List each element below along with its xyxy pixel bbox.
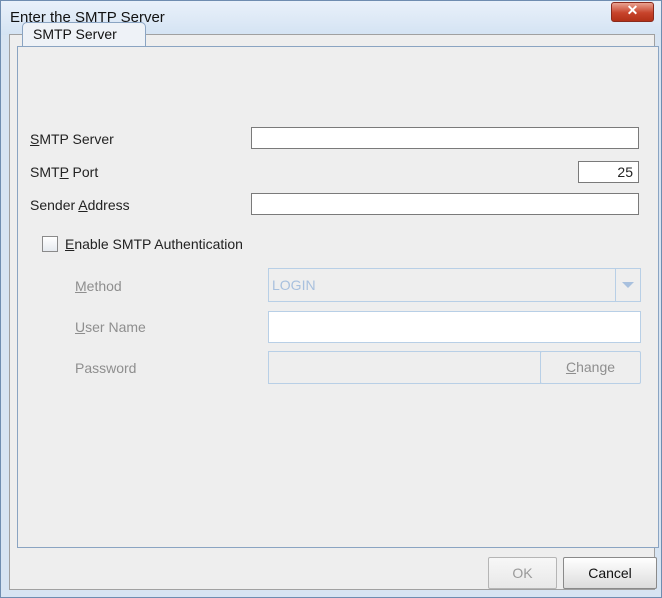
enable-auth-checkbox[interactable] [42,236,58,252]
ok-button[interactable]: OK [488,557,557,589]
password-field [268,351,541,384]
tab-smtp-server[interactable]: SMTP Server [22,22,146,46]
enable-auth-label[interactable]: Enable SMTP Authentication [65,236,243,252]
chevron-down-icon[interactable] [615,269,640,301]
close-button[interactable]: ✕ [611,2,654,22]
method-select[interactable]: LOGIN [268,268,641,302]
smtp-port-input[interactable]: 25 [578,161,639,183]
user-name-label: User Name [75,319,146,335]
sender-address-input[interactable] [251,193,639,215]
sender-address-label: Sender Address [30,197,130,213]
method-selected-value: LOGIN [272,277,316,293]
smtp-server-label: SMTP Server [30,131,114,147]
change-password-button[interactable]: Change [540,351,641,384]
method-label: Method [75,278,122,294]
password-label: Password [75,360,137,376]
smtp-port-label: SMTP Port [30,164,99,180]
smtp-server-input[interactable] [251,127,639,149]
close-icon: ✕ [626,2,639,18]
user-name-input[interactable] [268,311,641,343]
cancel-button[interactable]: Cancel [563,557,657,589]
tab-label: SMTP Server [33,26,117,42]
